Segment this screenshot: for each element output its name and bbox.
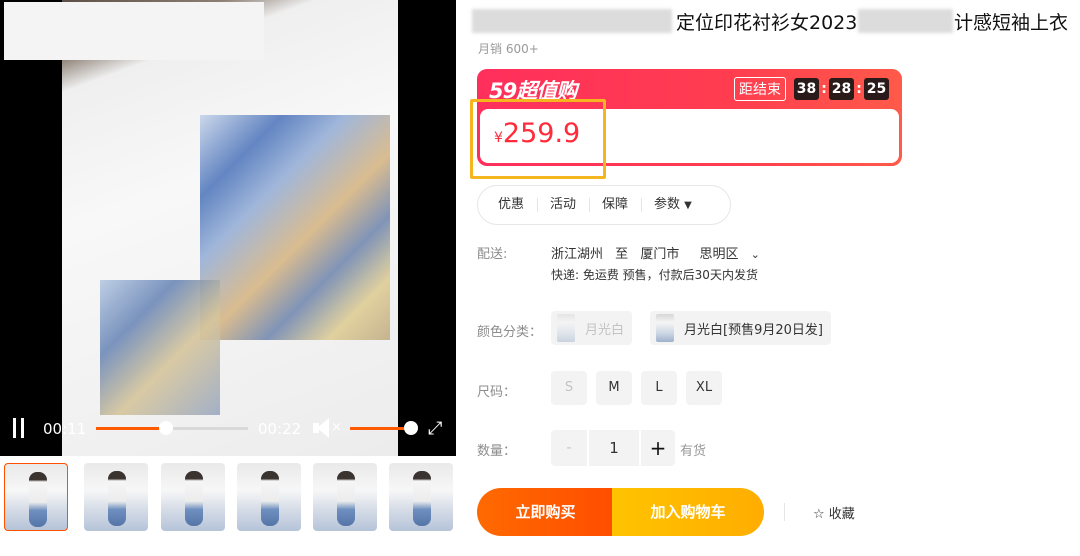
countdown: 距结束 38 : 28 : 25	[734, 77, 889, 101]
quantity-label: 数量：	[477, 444, 517, 459]
thumbnail-6[interactable]	[389, 463, 453, 531]
video-shirt-print	[200, 115, 390, 340]
product-title-end: 计感短袖上衣	[954, 12, 1069, 34]
shipping-label: 配送:	[477, 247, 508, 262]
size-option-xl[interactable]: XL	[686, 371, 722, 405]
video-progress-fill	[96, 427, 166, 430]
video-current-time: 00:11	[43, 420, 87, 438]
countdown-seconds: 25	[864, 78, 889, 100]
quantity-decrease-button[interactable]: -	[551, 430, 587, 466]
size-option-l[interactable]: L	[641, 371, 677, 405]
info-tabs: 优惠 活动 保障 参数 ▼	[477, 185, 731, 225]
tab-params-label: 参数	[654, 196, 681, 212]
thumbnail-4[interactable]	[237, 463, 301, 531]
size-option-s[interactable]: S	[551, 371, 587, 405]
monthly-sales: 月销 600+	[478, 42, 539, 56]
volume-slider[interactable]	[350, 421, 418, 435]
stock-status: 有货	[680, 444, 707, 459]
chevron-down-icon: ▼	[684, 199, 692, 211]
title-redacted	[472, 9, 672, 33]
tab-params[interactable]: 参数 ▼	[654, 196, 705, 213]
fullscreen-icon[interactable]: ⤢	[428, 418, 442, 439]
mute-icon[interactable]: ×	[313, 418, 343, 440]
countdown-minutes: 28	[829, 78, 854, 100]
chevron-down-icon[interactable]: ⌄	[751, 248, 760, 261]
quantity-increase-button[interactable]: +	[641, 430, 675, 466]
size-label: 尺码：	[477, 385, 517, 400]
thumbnail-strip	[4, 463, 454, 533]
color-option-2[interactable]: 月光白[预售9月20日发]	[650, 311, 831, 345]
tab-discount[interactable]: 优惠	[498, 198, 539, 212]
color-option-thumbnail	[557, 314, 575, 342]
shipping-to-word: 至	[615, 247, 629, 262]
video-face-mask	[4, 2, 264, 60]
shipping-detail: 快递: 免运费 预售，付款后30天内发货	[551, 268, 758, 282]
countdown-label: 距结束	[734, 77, 786, 101]
quantity-input[interactable]: 1	[589, 430, 639, 466]
product-video[interactable]: 00:11 00:22 × ⤢	[0, 0, 456, 456]
tab-activity[interactable]: 活动	[550, 198, 591, 212]
video-letterbox-left	[0, 0, 62, 456]
color-option-label: 月光白[预售9月20日发]	[684, 322, 823, 338]
pause-icon[interactable]	[13, 418, 25, 438]
video-total-time: 00:22	[258, 420, 302, 438]
title-redacted-2	[858, 9, 953, 33]
thumbnail-1[interactable]	[4, 463, 68, 531]
tab-guarantee[interactable]: 保障	[602, 198, 643, 212]
video-letterbox-right	[398, 0, 456, 456]
favorite-button[interactable]: ☆ 收藏	[813, 503, 855, 522]
video-progress-bar[interactable]	[96, 421, 248, 435]
shipping-city[interactable]: 厦门市	[640, 247, 679, 262]
divider	[784, 503, 785, 521]
price-highlight-box	[470, 99, 606, 179]
shipping-from: 浙江湖州	[551, 247, 604, 262]
volume-handle[interactable]	[404, 421, 418, 435]
buy-now-button[interactable]: 立即购买	[477, 488, 614, 536]
shipping-route: 浙江湖州 至 厦门市 思明区 ⌄	[551, 243, 768, 262]
thumbnail-5[interactable]	[313, 463, 377, 531]
shipping-district[interactable]: 思明区	[699, 247, 738, 262]
product-title: 定位印花衬衫女2023	[676, 12, 858, 34]
color-option-thumbnail	[656, 314, 674, 342]
video-controls: 00:11 00:22 × ⤢	[0, 406, 456, 452]
color-label: 颜色分类：	[477, 325, 543, 340]
video-progress-handle[interactable]	[158, 421, 173, 435]
thumbnail-3[interactable]	[161, 463, 225, 531]
countdown-hours: 38	[794, 78, 819, 100]
size-option-m[interactable]: M	[596, 371, 632, 405]
color-option-label: 月光白	[585, 322, 625, 338]
video-shirt-print-lower	[100, 280, 220, 415]
add-to-cart-button[interactable]: 加入购物车	[612, 488, 764, 536]
thumbnail-2[interactable]	[84, 463, 148, 531]
color-option-1[interactable]: 月光白	[551, 311, 633, 345]
